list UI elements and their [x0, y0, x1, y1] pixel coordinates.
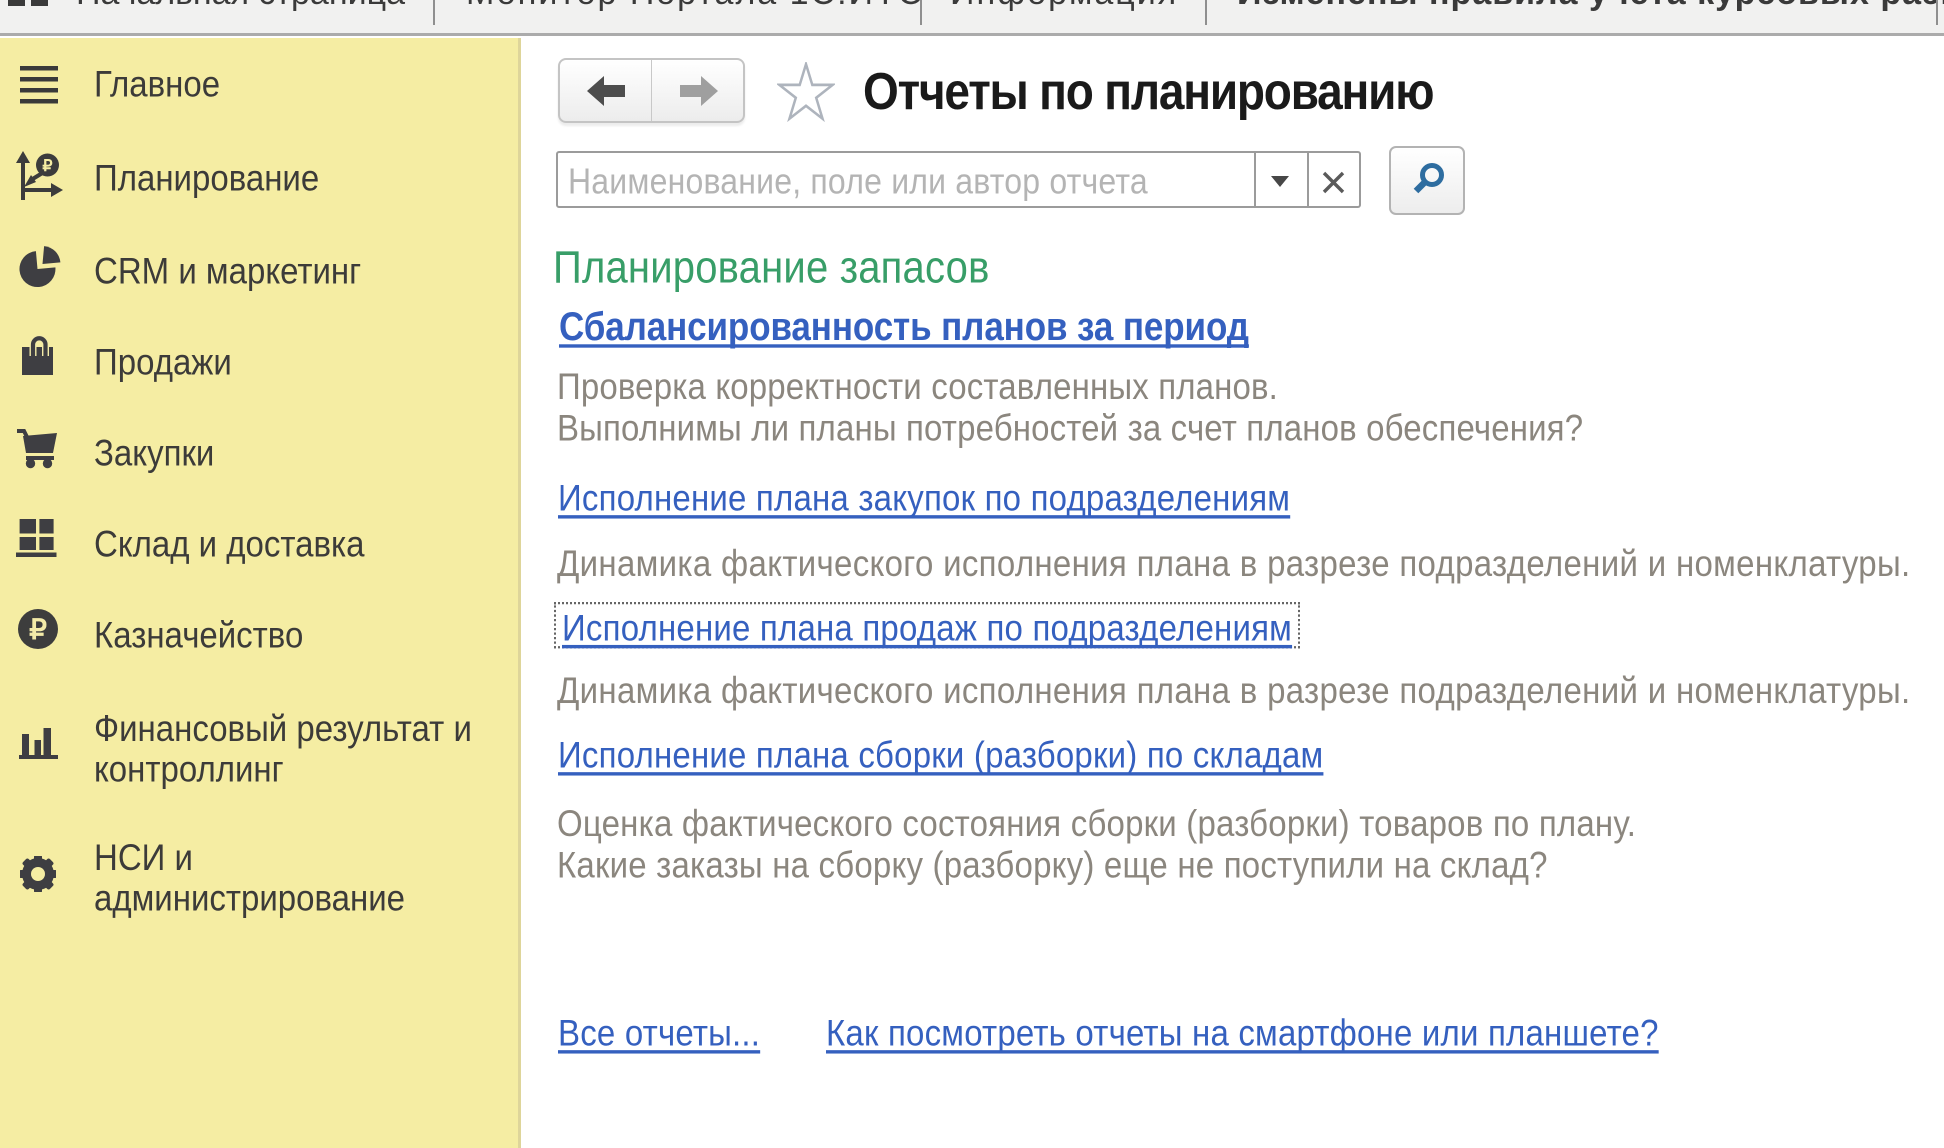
- svg-text:₽: ₽: [42, 158, 52, 175]
- svg-text:₽: ₽: [29, 614, 47, 645]
